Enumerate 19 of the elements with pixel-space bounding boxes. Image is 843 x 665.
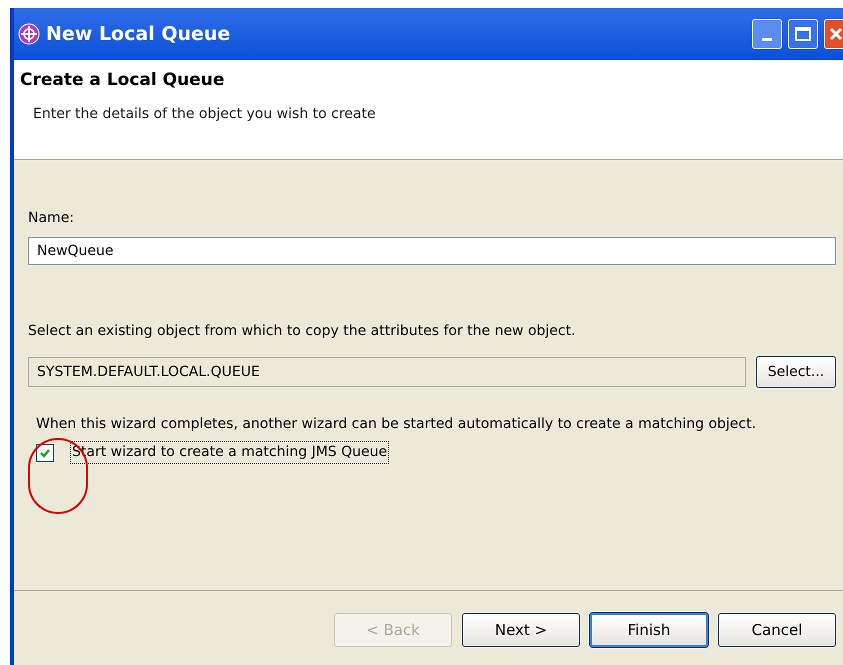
name-input[interactable]: NewQueue bbox=[28, 237, 836, 265]
dialog-button[interactable]: Cancel bbox=[718, 613, 836, 647]
copy-instruction: Select an existing object from which to copy the attributes for the new object. bbox=[28, 322, 577, 341]
globe-icon bbox=[18, 23, 40, 45]
checkmark-icon bbox=[39, 446, 51, 458]
close-icon bbox=[829, 27, 843, 41]
maximize-button[interactable] bbox=[788, 19, 818, 49]
page-description: Enter the details of the object you wish to create bbox=[33, 104, 377, 124]
page-title: Create a Local Queue bbox=[20, 69, 226, 92]
dialog-button[interactable]: Finish bbox=[590, 613, 708, 647]
window-title: New Local Queue bbox=[46, 22, 230, 47]
follow-up-text: When this wizard completes, another wizard can be started automatically to create a matching object. bbox=[36, 415, 758, 434]
copy-from-input[interactable]: SYSTEM.DEFAULT.LOCAL.QUEUE bbox=[28, 357, 746, 387]
checkbox[interactable] bbox=[36, 444, 54, 462]
dialog-button[interactable]: Next > bbox=[462, 613, 580, 647]
close-button[interactable] bbox=[824, 19, 843, 49]
name-label: Name: bbox=[28, 209, 76, 228]
minimize-button[interactable] bbox=[752, 19, 782, 49]
select-button[interactable]: Select... bbox=[756, 356, 836, 388]
